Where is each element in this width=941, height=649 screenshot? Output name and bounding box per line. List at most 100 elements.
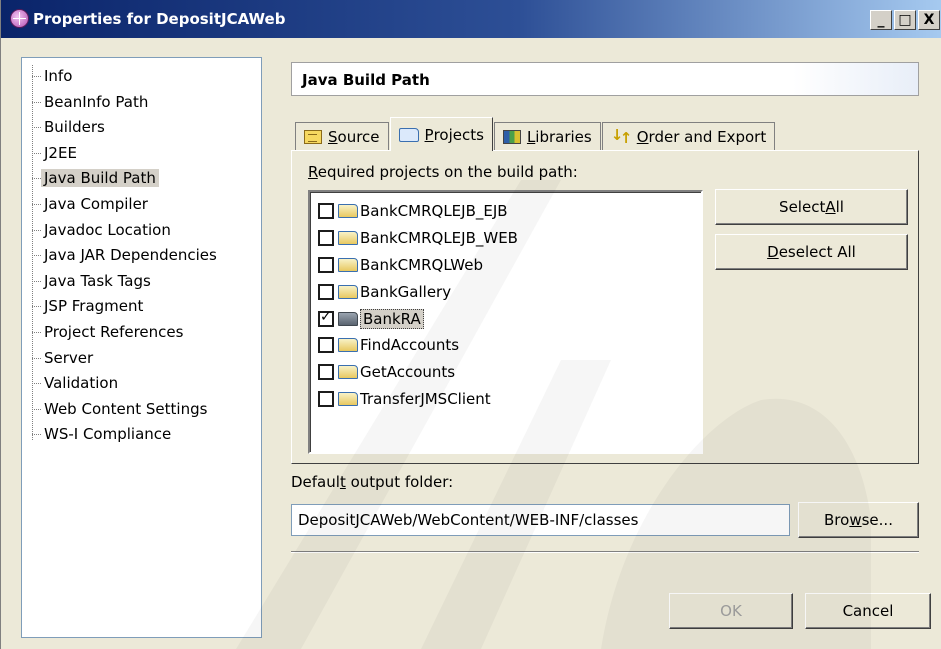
properties-dialog: Properties for DepositJCAWeb _ □ X Info B…	[0, 0, 941, 649]
project-list-item[interactable]: TransferJMSClient	[310, 386, 701, 413]
footer-separator	[291, 551, 919, 553]
project-checkbox[interactable]	[318, 390, 334, 407]
tree-item[interactable]: Java Compiler	[22, 193, 261, 219]
tree-item[interactable]: Javadoc Location	[22, 219, 261, 245]
window-controls: _ □ X	[870, 10, 940, 30]
tree-item-label: Java Compiler	[44, 194, 148, 213]
tree-item[interactable]: BeanInfo Path	[22, 91, 261, 117]
maximize-button[interactable]: □	[894, 10, 916, 30]
projects-folder-icon	[398, 127, 419, 142]
project-name: BankCMRQLEJB_EJB	[360, 202, 508, 221]
tree-item[interactable]: WS-I Compliance	[22, 423, 261, 449]
project-list-item[interactable]: BankRA	[310, 305, 701, 332]
tree-item-label: Validation	[44, 374, 119, 393]
required-projects-list[interactable]: BankCMRQLEJB_EJB BankCMRQLEJB_WEB BankCMRQ…	[308, 190, 703, 454]
project-name: BankGallery	[360, 282, 452, 301]
tree-item[interactable]: JSP Fragment	[22, 295, 261, 321]
page-title: Java Build Path	[291, 62, 919, 96]
tree-item-label: Server	[44, 348, 94, 367]
eclipse-properties-icon	[10, 9, 29, 28]
tree-item[interactable]: Java Task Tags	[22, 270, 261, 296]
required-projects-label: Required projects on the build path:	[308, 163, 578, 181]
property-pages-tree[interactable]: Info BeanInfo Path Builders J2EE Java Build …	[21, 57, 262, 638]
title-bar[interactable]: Properties for DepositJCAWeb _ □ X	[1, 0, 941, 38]
open-folder-icon	[338, 231, 358, 246]
project-checkbox[interactable]	[318, 364, 334, 381]
project-checkbox[interactable]	[318, 230, 334, 247]
closed-project-icon	[338, 311, 358, 326]
tab-order-and-export[interactable]: Order and Export	[601, 122, 776, 151]
project-checkbox[interactable]	[318, 283, 334, 300]
source-icon	[304, 130, 322, 144]
deselect-all-button[interactable]: Deselect All	[715, 234, 908, 270]
project-list-item[interactable]: GetAccounts	[310, 359, 701, 386]
tree-item-label: Java Task Tags	[44, 271, 151, 290]
project-name: BankRA	[360, 308, 424, 329]
tree-item[interactable]: Java Build Path	[22, 167, 261, 193]
open-folder-icon	[338, 204, 358, 219]
project-list-item[interactable]: BankCMRQLWeb	[310, 252, 701, 279]
open-folder-icon	[338, 338, 358, 353]
tab-label: ibraries	[535, 128, 592, 146]
open-folder-icon	[338, 391, 358, 406]
ok-button[interactable]: OK	[669, 593, 793, 629]
project-name: BankCMRQLWeb	[360, 255, 484, 274]
close-button[interactable]: X	[918, 10, 940, 30]
project-checkbox[interactable]	[318, 309, 334, 327]
project-list-item[interactable]: FindAccounts	[310, 332, 701, 359]
tree-item[interactable]: Web Content Settings	[22, 398, 261, 424]
tab-projects[interactable]: Projects	[389, 117, 493, 151]
tree-items: Info BeanInfo Path Builders J2EE Java Build …	[22, 65, 261, 449]
project-checkbox[interactable]	[318, 337, 334, 354]
project-name: BankCMRQLEJB_WEB	[360, 229, 518, 248]
tree-item-label: Java JAR Dependencies	[44, 246, 217, 265]
tab-label: rojects	[433, 125, 484, 144]
open-folder-icon	[338, 257, 358, 272]
open-folder-icon	[338, 284, 358, 299]
tree-item-label: Web Content Settings	[44, 399, 208, 418]
tree-item[interactable]: J2EE	[22, 142, 261, 168]
tree-item-label: Builders	[44, 118, 105, 137]
tree-item[interactable]: Java JAR Dependencies	[22, 244, 261, 270]
project-list-item[interactable]: BankCMRQLEJB_WEB	[310, 225, 701, 252]
tab-mnemonic: O	[636, 128, 649, 146]
tree-item-label: Project References	[44, 322, 184, 341]
tree-item[interactable]: Validation	[22, 372, 261, 398]
open-folder-icon	[338, 365, 358, 380]
tree-item-label: WS-I Compliance	[44, 425, 172, 444]
cancel-button[interactable]: Cancel	[805, 593, 931, 629]
project-name: TransferJMSClient	[360, 389, 491, 408]
project-name: GetAccounts	[360, 363, 456, 382]
tab-label: ource	[337, 128, 380, 146]
project-name: FindAccounts	[360, 336, 460, 355]
tab-label: rder and Export	[648, 128, 767, 146]
project-list-item[interactable]: BankGallery	[310, 278, 701, 305]
tree-item-label: J2EE	[44, 143, 77, 162]
select-all-button[interactable]: Select All	[715, 189, 908, 225]
tree-item[interactable]: Project References	[22, 321, 261, 347]
project-checkbox[interactable]	[318, 203, 334, 220]
tree-item[interactable]: Builders	[22, 116, 261, 142]
project-checkbox[interactable]	[318, 256, 334, 273]
tree-item-label: JSP Fragment	[44, 297, 144, 316]
tree-item-label: Java Build Path	[41, 169, 159, 188]
tree-item-label: BeanInfo Path	[44, 92, 149, 111]
tab-mnemonic: S	[328, 128, 338, 146]
tree-item[interactable]: Info	[22, 65, 261, 91]
minimize-button[interactable]: _	[870, 10, 892, 30]
tab-mnemonic: L	[526, 128, 536, 146]
default-output-folder-label: Default output folder:	[291, 473, 454, 491]
build-path-tabs: SourceProjectsLibrariesOrder and Export	[295, 117, 776, 151]
browse-button[interactable]: Bro w se...	[798, 502, 919, 538]
order-export-icon	[611, 126, 633, 147]
window-title: Properties for DepositJCAWeb	[33, 10, 286, 28]
tab-libraries[interactable]: Libraries	[493, 122, 601, 151]
tree-item-label: Javadoc Location	[44, 220, 171, 239]
tab-mnemonic: P	[424, 125, 434, 144]
tab-source[interactable]: Source	[295, 122, 389, 151]
project-list-item[interactable]: BankCMRQLEJB_EJB	[310, 198, 701, 225]
tree-item-label: Info	[44, 67, 73, 85]
libraries-icon	[502, 130, 521, 144]
tree-item[interactable]: Server	[22, 347, 261, 373]
default-output-folder-input[interactable]: DepositJCAWeb/WebContent/WEB-INF/classes	[291, 504, 790, 536]
